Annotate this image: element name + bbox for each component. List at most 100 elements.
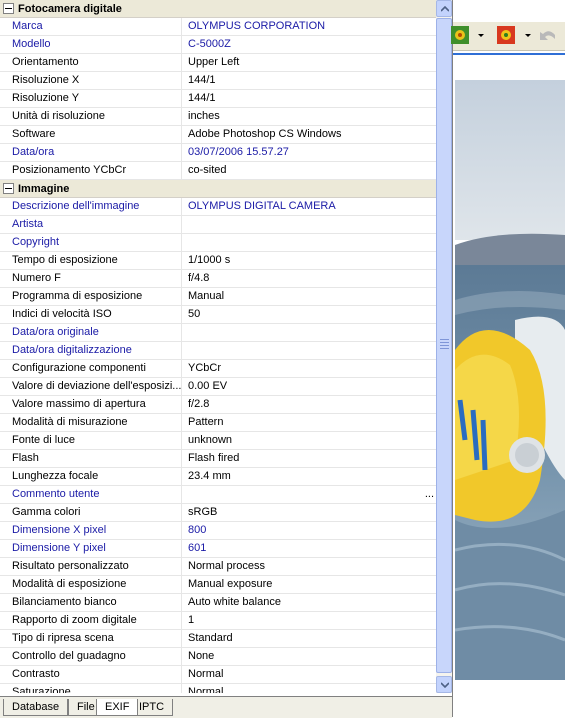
property-row[interactable]: Gamma colori sRGB bbox=[0, 504, 436, 522]
property-value bbox=[182, 342, 436, 359]
property-name: Artista bbox=[0, 216, 182, 233]
property-row[interactable]: Programma di esposizione Manual bbox=[0, 288, 436, 306]
property-row[interactable]: Rapporto di zoom digitale 1 bbox=[0, 612, 436, 630]
property-name: Data/ora digitalizzazione bbox=[0, 342, 182, 359]
property-row[interactable]: Valore massimo di apertura f/2.8 bbox=[0, 396, 436, 414]
property-row[interactable]: Indici di velocità ISO 50 bbox=[0, 306, 436, 324]
collapse-icon[interactable] bbox=[3, 183, 14, 194]
property-name: Tipo di ripresa scena bbox=[0, 630, 182, 647]
property-row[interactable]: Bilanciamento bianco Auto white balance bbox=[0, 594, 436, 612]
property-name: Programma di esposizione bbox=[0, 288, 182, 305]
property-row[interactable]: Contrasto Normal bbox=[0, 666, 436, 684]
property-name: Contrasto bbox=[0, 666, 182, 683]
section-header[interactable]: Fotocamera digitale bbox=[0, 0, 436, 18]
property-row[interactable]: Risoluzione Y 144/1 bbox=[0, 90, 436, 108]
undo-icon[interactable] bbox=[539, 26, 557, 44]
property-name: Copyright bbox=[0, 234, 182, 251]
scroll-grip bbox=[440, 339, 449, 351]
property-row[interactable]: Data/ora 03/07/2006 15.57.27 bbox=[0, 144, 436, 162]
property-row[interactable]: Descrizione dell'immagine OLYMPUS DIGITAL… bbox=[0, 198, 436, 216]
property-value: co-sited bbox=[182, 162, 436, 179]
dropdown-arrow-icon[interactable] bbox=[525, 34, 531, 37]
property-row[interactable]: Unità di risoluzione inches bbox=[0, 108, 436, 126]
property-name: Valore massimo di apertura bbox=[0, 396, 182, 413]
property-value: unknown bbox=[182, 432, 436, 449]
tab-exif[interactable]: EXIF bbox=[96, 699, 139, 716]
scroll-thumb[interactable] bbox=[436, 18, 452, 673]
property-row[interactable]: Marca OLYMPUS CORPORATION bbox=[0, 18, 436, 36]
scroll-up-button[interactable] bbox=[436, 0, 452, 17]
property-row[interactable]: Artista bbox=[0, 216, 436, 234]
property-value bbox=[182, 234, 436, 251]
property-row[interactable]: Software Adobe Photoshop CS Windows bbox=[0, 126, 436, 144]
property-value: 1/1000 s bbox=[182, 252, 436, 269]
property-value: Normal process bbox=[182, 558, 436, 575]
property-value-text: 144/1 bbox=[188, 74, 216, 86]
property-row[interactable]: Copyright bbox=[0, 234, 436, 252]
tab-database[interactable]: Database bbox=[3, 699, 69, 716]
property-row[interactable]: Tipo di ripresa scena Standard bbox=[0, 630, 436, 648]
property-value: inches bbox=[182, 108, 436, 125]
property-row[interactable]: Orientamento Upper Left bbox=[0, 54, 436, 72]
property-row[interactable]: Modalità di esposizione Manual exposure bbox=[0, 576, 436, 594]
flower-green-icon[interactable] bbox=[451, 26, 469, 44]
property-value: Upper Left bbox=[182, 54, 436, 71]
property-row[interactable]: Valore di deviazione dell'esposizi... 0.0… bbox=[0, 378, 436, 396]
property-value: 601 bbox=[182, 540, 436, 557]
section-header[interactable]: Immagine bbox=[0, 180, 436, 198]
property-row[interactable]: Data/ora digitalizzazione bbox=[0, 342, 436, 360]
property-name: Flash bbox=[0, 450, 182, 467]
property-row[interactable]: Configurazione componenti YCbCr bbox=[0, 360, 436, 378]
property-value-text: Flash fired bbox=[188, 452, 240, 464]
property-name: Controllo del guadagno bbox=[0, 648, 182, 665]
property-name: Fonte di luce bbox=[0, 432, 182, 449]
edit-ellipsis-button[interactable]: ... bbox=[425, 486, 434, 503]
property-value: f/4.8 bbox=[182, 270, 436, 287]
property-row[interactable]: Saturazione Normal bbox=[0, 684, 436, 693]
dropdown-arrow-icon[interactable] bbox=[478, 34, 484, 37]
property-value-text: 601 bbox=[188, 542, 207, 554]
property-value-text: 0.00 EV bbox=[188, 380, 228, 392]
property-value: sRGB bbox=[182, 504, 436, 521]
property-row[interactable]: Data/ora originale bbox=[0, 324, 436, 342]
property-row[interactable]: Tempo di esposizione 1/1000 s bbox=[0, 252, 436, 270]
property-value: Manual bbox=[182, 288, 436, 305]
property-value: Standard bbox=[182, 630, 436, 647]
flower-red-icon[interactable] bbox=[497, 26, 515, 44]
property-value-text: Adobe Photoshop CS Windows bbox=[188, 128, 342, 140]
property-value-text: Upper Left bbox=[188, 56, 240, 68]
property-value-text: sRGB bbox=[188, 506, 218, 518]
property-row[interactable]: Commento utente... bbox=[0, 486, 436, 504]
property-value-text: 1/1000 s bbox=[188, 254, 231, 266]
property-value-text: Normal bbox=[188, 686, 224, 693]
property-name: Numero F bbox=[0, 270, 182, 287]
property-row[interactable]: Numero F f/4.8 bbox=[0, 270, 436, 288]
property-row[interactable]: Modello C-5000Z bbox=[0, 36, 436, 54]
vertical-scrollbar[interactable] bbox=[436, 0, 452, 693]
property-row[interactable]: Modalità di misurazione Pattern bbox=[0, 414, 436, 432]
property-row[interactable]: Risoluzione X 144/1 bbox=[0, 72, 436, 90]
property-value: 1 bbox=[182, 612, 436, 629]
property-name: Unità di risoluzione bbox=[0, 108, 182, 125]
property-value: Normal bbox=[182, 684, 436, 693]
property-row[interactable]: Dimensione Y pixel 601 bbox=[0, 540, 436, 558]
property-value-text: OLYMPUS DIGITAL CAMERA bbox=[188, 200, 336, 212]
viewer-toolbar bbox=[451, 22, 565, 51]
chevron-up-icon bbox=[441, 6, 449, 12]
scroll-down-button[interactable] bbox=[436, 676, 452, 693]
property-name: Modalità di esposizione bbox=[0, 576, 182, 593]
property-row[interactable]: Lunghezza focale 23.4 mm bbox=[0, 468, 436, 486]
property-name: Configurazione componenti bbox=[0, 360, 182, 377]
property-row[interactable]: Risultato personalizzato Normal process bbox=[0, 558, 436, 576]
property-value-text: Auto white balance bbox=[188, 596, 281, 608]
property-row[interactable]: Posizionamento YCbCr co-sited bbox=[0, 162, 436, 180]
property-value-text: C-5000Z bbox=[188, 38, 231, 50]
property-name: Descrizione dell'immagine bbox=[0, 198, 182, 215]
collapse-icon[interactable] bbox=[3, 3, 14, 14]
property-row[interactable]: Dimensione X pixel 800 bbox=[0, 522, 436, 540]
property-row[interactable]: Controllo del guadagno None bbox=[0, 648, 436, 666]
property-name: Tempo di esposizione bbox=[0, 252, 182, 269]
property-name: Marca bbox=[0, 18, 182, 35]
property-row[interactable]: Flash Flash fired bbox=[0, 450, 436, 468]
property-row[interactable]: Fonte di luce unknown bbox=[0, 432, 436, 450]
